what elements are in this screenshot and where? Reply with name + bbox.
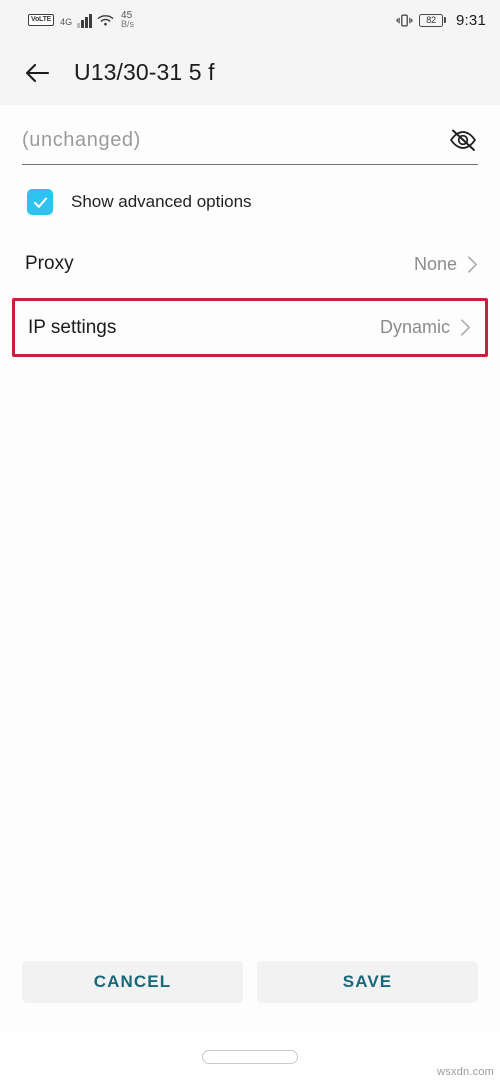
app-bar: U13/30-31 5 f <box>0 40 500 105</box>
setting-row-ip-settings[interactable]: IP settings Dynamic <box>15 301 485 354</box>
network-speed-unit: B/s <box>121 19 135 29</box>
phone-screen: VoLTE 4G 45 B/s 82 9:31 U13/30-31 5 f (u… <box>0 0 500 1083</box>
network-speed-indicator: 45 B/s <box>121 11 134 29</box>
home-indicator-pill[interactable] <box>202 1050 298 1064</box>
save-button[interactable]: SAVE <box>257 961 478 1003</box>
password-field-row <box>22 127 478 165</box>
cancel-button[interactable]: CANCEL <box>22 961 243 1003</box>
battery-icon: 82 <box>419 13 446 27</box>
show-advanced-options-label: Show advanced options <box>71 192 252 211</box>
system-navigation-bar: wsxdn.com <box>0 1031 500 1083</box>
ip-settings-value: Dynamic <box>379 317 450 337</box>
chevron-right-icon <box>460 318 471 337</box>
vibrate-icon <box>396 12 413 29</box>
show-advanced-options-row[interactable]: Show advanced options <box>27 189 478 215</box>
network-type-label: 4G <box>60 17 73 27</box>
volte-icon: VoLTE <box>28 14 55 26</box>
checkmark-icon <box>33 197 47 208</box>
wifi-icon <box>97 13 114 27</box>
back-arrow-icon[interactable] <box>22 58 52 88</box>
battery-level-label: 82 <box>426 15 436 25</box>
eye-off-icon[interactable] <box>448 127 478 153</box>
watermark-label: wsxdn.com <box>437 1066 494 1078</box>
ip-settings-highlight-box: IP settings Dynamic <box>12 298 488 357</box>
status-bar-right: 82 9:31 <box>396 12 486 29</box>
clock-label: 9:31 <box>456 11 486 29</box>
setting-row-proxy[interactable]: Proxy None <box>0 237 500 291</box>
settings-content: Show advanced options Proxy None IP sett… <box>0 105 500 961</box>
proxy-label: Proxy <box>25 253 74 274</box>
status-bar: VoLTE 4G 45 B/s 82 9:31 <box>0 0 500 40</box>
status-bar-left: VoLTE 4G 45 B/s <box>28 11 134 29</box>
chevron-right-icon <box>467 255 478 274</box>
signal-bars-icon <box>77 13 93 28</box>
password-input[interactable] <box>22 128 448 152</box>
ip-settings-label: IP settings <box>28 316 117 338</box>
proxy-value-group: None <box>414 254 478 275</box>
show-advanced-options-checkbox[interactable] <box>27 189 53 215</box>
proxy-value: None <box>413 253 457 274</box>
ip-settings-value-group: Dynamic <box>380 317 471 338</box>
page-title: U13/30-31 5 f <box>74 59 215 85</box>
action-button-bar: CANCEL SAVE <box>0 961 500 1003</box>
